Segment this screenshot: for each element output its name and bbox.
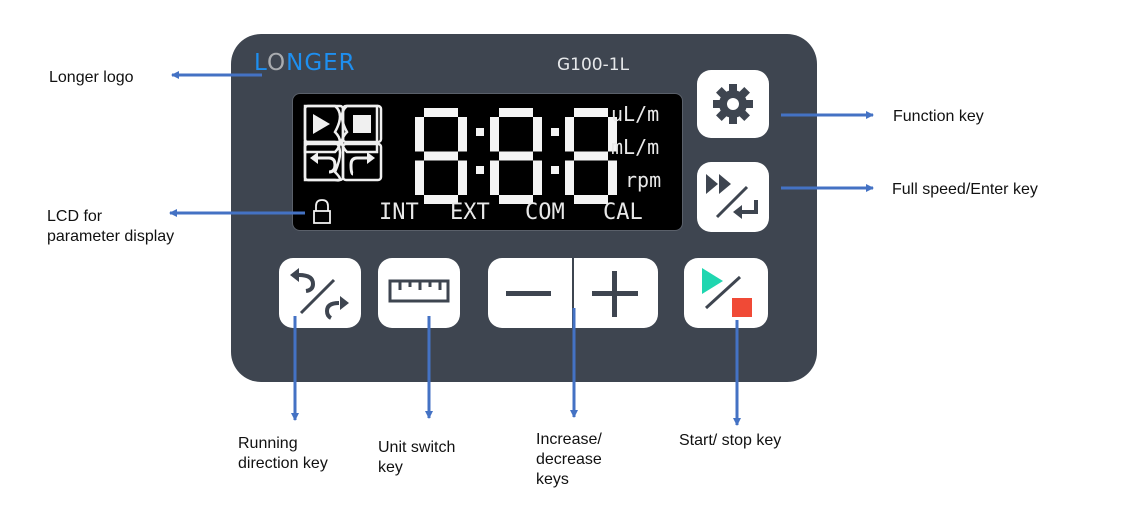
- digit-segment: [499, 151, 533, 161]
- digit-segment: [458, 160, 467, 195]
- unit-switch-key[interactable]: [378, 258, 460, 328]
- cw-frame: [341, 142, 383, 182]
- plus-icon: [592, 271, 638, 317]
- label-full-speed: Full speed/Enter key: [892, 181, 1038, 198]
- unit-ml-per-min: mL/m: [611, 135, 660, 159]
- status-ext: EXT: [450, 200, 490, 225]
- unit-rpm: rpm: [625, 168, 662, 192]
- label-lcd-1: LCD for: [47, 208, 103, 225]
- digit-segment: [533, 160, 542, 195]
- label-direction-2: direction key: [238, 455, 328, 472]
- label-incdec-1: Increase/: [536, 431, 602, 448]
- digit-segment: [533, 117, 542, 152]
- status-com: COM: [525, 200, 565, 225]
- label-unit-2: key: [378, 459, 403, 476]
- cw-arrow-icon: [349, 156, 369, 176]
- label-function: Function key: [893, 108, 984, 125]
- stop-icon: [353, 115, 371, 133]
- seven-segment-digits: [415, 108, 617, 204]
- digit-segment: [424, 108, 458, 117]
- label-incdec-2: decrease: [536, 451, 602, 468]
- digit-segment: [574, 108, 608, 117]
- digit-segment: [608, 160, 617, 195]
- unit-ul-per-min: uL/m: [611, 102, 660, 126]
- digit-segment: [458, 117, 467, 152]
- play-stop-icon: [702, 268, 752, 317]
- gear-icon: [713, 84, 753, 124]
- status-cal: CAL: [603, 200, 643, 225]
- model-name: G100-1L: [557, 55, 630, 75]
- play-icon: [313, 114, 330, 134]
- colon-dot: [551, 166, 559, 174]
- lcd-display: uL/m mL/m rpm INT EXT COM CAL: [292, 93, 683, 231]
- digit-segment: [565, 160, 574, 195]
- fast-forward-enter-icon: [706, 174, 758, 219]
- digit-segment: [565, 117, 574, 152]
- digit-segment: [490, 160, 499, 195]
- colon-dot: [476, 166, 484, 174]
- increase-key[interactable]: [574, 258, 658, 328]
- running-direction-key[interactable]: [279, 258, 361, 328]
- stop-icon: [732, 298, 752, 317]
- label-unit-1: Unit switch: [378, 439, 456, 456]
- full-speed-enter-key[interactable]: [697, 162, 769, 232]
- lock-icon: [313, 199, 331, 224]
- function-key[interactable]: [697, 70, 769, 138]
- colon-dot: [476, 128, 484, 136]
- ruler-icon: [388, 279, 450, 303]
- label-logo: Longer logo: [49, 69, 134, 86]
- digit-segment: [499, 108, 533, 117]
- digit-segment: [490, 117, 499, 152]
- digit-segment: [424, 151, 458, 161]
- digit-segment: [415, 117, 424, 152]
- start-stop-key[interactable]: [684, 258, 768, 328]
- label-incdec-3: keys: [536, 471, 569, 488]
- longer-logo: LONGER: [254, 50, 356, 76]
- digit-segment: [415, 160, 424, 195]
- colon-dot: [551, 128, 559, 136]
- play-icon: [702, 268, 723, 294]
- decrease-key[interactable]: [488, 258, 572, 328]
- minus-icon: [506, 291, 551, 296]
- increase-decrease-keys: [488, 258, 658, 328]
- status-int: INT: [379, 200, 419, 225]
- digit-segment: [574, 151, 608, 161]
- label-lcd-2: parameter display: [47, 228, 175, 245]
- direction-switch-icon: [290, 268, 349, 320]
- label-start-stop: Start/ stop key: [679, 432, 782, 449]
- label-direction-1: Running: [238, 435, 298, 452]
